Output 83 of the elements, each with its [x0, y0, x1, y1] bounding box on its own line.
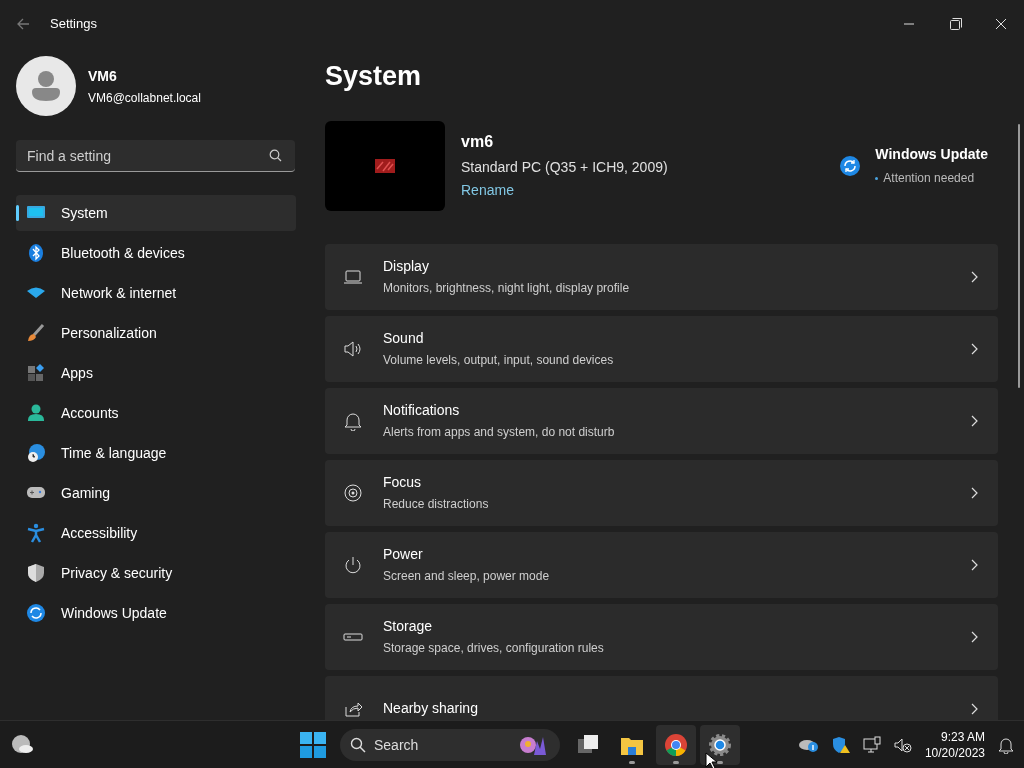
device-model: Standard PC (Q35 + ICH9, 2009) [461, 158, 668, 177]
card-title: Display [383, 257, 430, 276]
card-description: Monitors, brightness, night light, display profile [383, 280, 630, 297]
globe-clock-icon [26, 443, 46, 463]
sidebar-item[interactable]: Personalization [16, 315, 296, 351]
back-arrow-icon[interactable] [16, 17, 30, 31]
chevron-right-icon [970, 486, 978, 499]
clock[interactable]: 9:23 AM 10/20/2023 [924, 729, 985, 761]
bell-icon [343, 410, 363, 431]
update-sync-icon[interactable] [839, 154, 862, 177]
taskbar-app-button[interactable] [700, 725, 740, 765]
shield-warning-icon[interactable] [831, 736, 850, 754]
apps-grid-icon [26, 363, 46, 383]
bluetooth-icon [26, 243, 46, 263]
card-description: Volume levels, output, input, sound devices [383, 352, 614, 369]
person-icon [31, 70, 61, 102]
search-field[interactable]: Find a setting [16, 140, 295, 172]
card-description: Alerts from apps and system, do not disturb [383, 424, 615, 441]
search-icon [350, 737, 366, 753]
chevron-right-icon [970, 414, 978, 427]
taskbar-app-button[interactable] [656, 725, 696, 765]
person-icon [26, 403, 46, 423]
card-title: Storage [383, 617, 434, 636]
sidebar-item[interactable]: Gaming [16, 475, 296, 511]
sidebar-item[interactable]: System [16, 195, 296, 231]
device-name: vm6 [461, 132, 495, 152]
chevron-right-icon [970, 558, 978, 571]
weather-cloud-icon[interactable] [11, 733, 35, 756]
chevron-right-icon [970, 270, 978, 283]
card-description: Screen and sleep, power mode [383, 568, 550, 585]
card-title: Power [383, 545, 424, 564]
card-title: Focus [383, 473, 423, 492]
avatar-placeholder[interactable] [16, 56, 76, 116]
paintbrush-icon [26, 323, 46, 343]
settings-card[interactable]: Storage Storage space, drives, configuration rules [325, 603, 998, 670]
monitor-network-icon[interactable] [862, 736, 881, 754]
cloud-info-icon[interactable] [798, 737, 819, 753]
sidebar-item[interactable]: Accessibility [16, 515, 296, 551]
settings-card[interactable]: Nearby sharing [325, 675, 998, 720]
account-name: VM6 [88, 66, 118, 86]
settings-card[interactable]: Power Screen and sleep, power mode [325, 531, 998, 598]
card-description: Storage space, drives, configuration rules [383, 640, 604, 657]
update-title[interactable]: Windows Update [875, 144, 988, 165]
account-email: VM6@collabnet.local [88, 89, 201, 107]
chevron-right-icon [970, 342, 978, 355]
focus-icon [343, 482, 363, 503]
settings-card[interactable]: Sound Volume levels, output, input, sound devices [325, 315, 998, 382]
sidebar-item[interactable]: Bluetooth & devices [16, 235, 296, 271]
speaker-icon [343, 338, 363, 359]
sidebar-item[interactable]: Windows Update [16, 595, 296, 631]
settings-card[interactable]: Notifications Alerts from apps and system, do not disturb [325, 387, 998, 454]
sidebar-item[interactable]: Privacy & security [16, 555, 296, 591]
shield-icon [26, 563, 46, 583]
settings-card[interactable]: Focus Reduce distractions [325, 459, 998, 526]
search-icon [269, 149, 282, 162]
sidebar-item[interactable]: Time & language [16, 435, 296, 471]
windows-start-icon[interactable] [300, 732, 326, 758]
sync-icon [26, 603, 46, 623]
card-title: Sound [383, 329, 425, 348]
speaker-muted-icon[interactable] [893, 737, 912, 753]
window-title: Settings [50, 15, 97, 34]
sidebar-item[interactable]: Accounts [16, 395, 296, 431]
chrome-icon [664, 733, 688, 757]
card-title: Nearby sharing [383, 699, 478, 718]
sidebar-item[interactable]: Apps [16, 355, 296, 391]
sidebar-item[interactable]: Network & internet [16, 275, 296, 311]
power-icon [343, 554, 363, 575]
settings-card[interactable]: Display Monitors, brightness, night light, display profile [325, 243, 998, 310]
taskbar-search-box[interactable]: Search [340, 729, 560, 761]
page-title: System [325, 60, 423, 93]
mouse-cursor-icon [705, 752, 717, 768]
scrollbar-thumb[interactable] [1018, 124, 1020, 388]
chevron-right-icon [970, 630, 978, 643]
card-description: Reduce distractions [383, 496, 489, 513]
gear-icon [708, 733, 732, 757]
notification-bell-icon[interactable] [998, 736, 1014, 754]
card-title: Notifications [383, 401, 461, 420]
rename-link[interactable]: Rename [461, 180, 668, 201]
wallpaper-thumbnail-icon [375, 158, 395, 173]
chevron-right-icon [970, 702, 978, 715]
accessibility-figure-icon [26, 523, 46, 543]
update-status: Attention needed [883, 170, 975, 187]
search-label: Search [374, 735, 419, 755]
